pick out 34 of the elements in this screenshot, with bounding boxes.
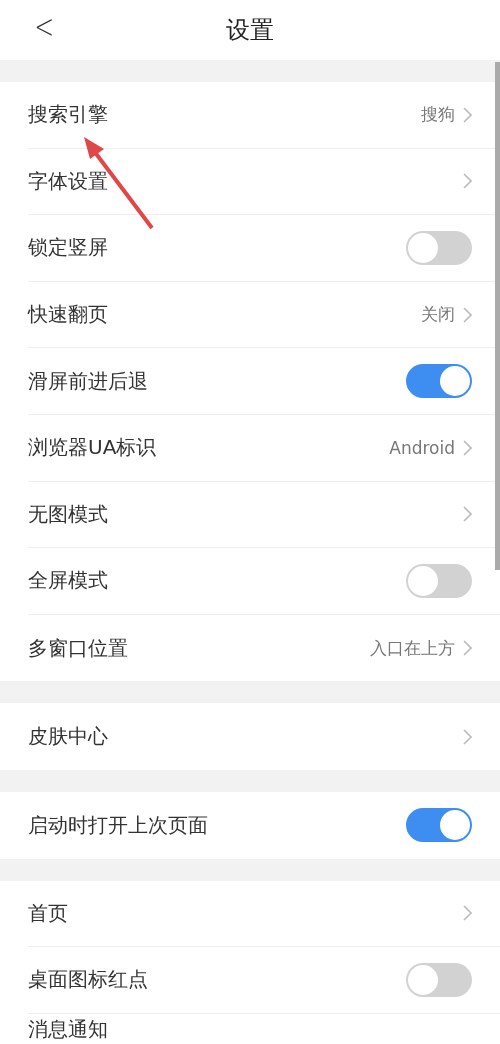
chevron-icon[interactable] (463, 106, 472, 123)
setting-label: 无图模式 (28, 500, 108, 528)
setting-label: 滑屏前进后退 (28, 367, 148, 395)
back-button[interactable]: < (34, 6, 55, 46)
setting-label: 首页 (28, 899, 68, 927)
setting-value: 搜狗 (421, 103, 455, 127)
toggle-switch[interactable] (406, 563, 472, 598)
chevron-icon[interactable] (463, 728, 472, 745)
setting-label: 快速翻页 (28, 301, 108, 329)
toggle-switch[interactable] (406, 364, 472, 399)
chevron-icon[interactable] (463, 640, 472, 657)
setting-label: 启动时打开上次页面 (28, 811, 208, 839)
setting-label: 多窗口位置 (28, 634, 128, 662)
setting-label: 皮肤中心 (28, 723, 108, 751)
toggle-switch[interactable] (406, 808, 472, 843)
setting-value: 关闭 (421, 303, 455, 327)
chevron-icon[interactable] (463, 506, 472, 523)
setting-label: 锁定竖屏 (28, 234, 108, 262)
setting-label: 桌面图标红点 (28, 966, 148, 994)
page-title: 设置 (226, 15, 274, 46)
chevron-icon[interactable] (463, 173, 472, 190)
scrollbar-thumb[interactable] (495, 62, 500, 570)
toggle-switch[interactable] (406, 962, 472, 997)
setting-label: 全屏模式 (28, 567, 108, 595)
setting-label: 浏览器UA标识 (28, 434, 157, 462)
chevron-icon[interactable] (463, 306, 472, 323)
setting-value: Android (389, 437, 455, 458)
setting-value: 入口在上方 (370, 636, 455, 660)
chevron-icon[interactable] (463, 439, 472, 456)
setting-label: 字体设置 (28, 167, 108, 195)
setting-label: 搜索引擎 (28, 101, 108, 129)
setting-label: 消息通知 (28, 1015, 108, 1043)
chevron-icon[interactable] (463, 905, 472, 922)
toggle-switch[interactable] (406, 231, 472, 265)
